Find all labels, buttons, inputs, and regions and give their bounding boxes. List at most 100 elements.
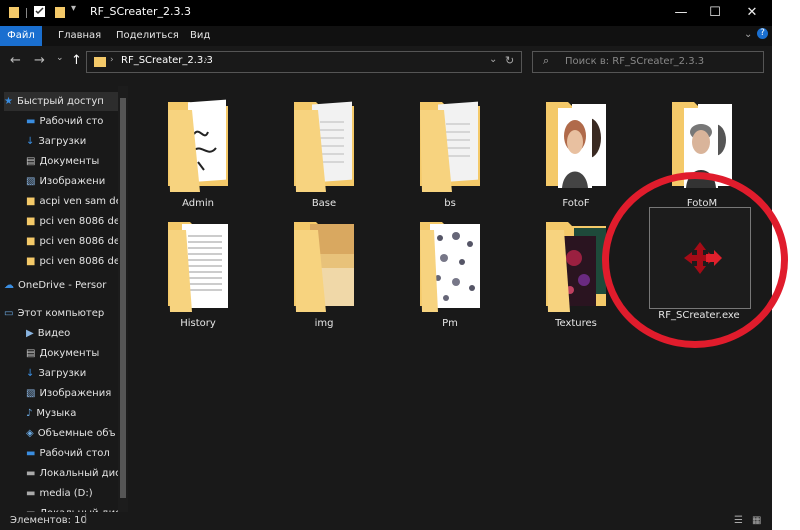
file-name: Admin (182, 198, 214, 209)
folder-icon: ■ (26, 216, 36, 227)
highlight-ring (602, 172, 788, 348)
search-input[interactable]: ⌕ Поиск в: RF_SCreater_2.3.3 (532, 51, 764, 73)
folder-icon (94, 57, 106, 67)
folder-item[interactable]: bs (402, 98, 498, 214)
sidebar-item[interactable]: ☁ OneDrive - Persor (4, 276, 119, 295)
sidebar-item-label: pci ven 8086 dev (39, 216, 126, 227)
sidebar-item-label: Изображени (39, 176, 106, 187)
tab-share[interactable]: Поделиться (116, 26, 179, 46)
sidebar-item-label: Документы (39, 348, 100, 359)
folder-icon (420, 101, 480, 192)
sidebar-item-label: Загрузки (38, 368, 87, 379)
sidebar-item-label: media (D:) (39, 488, 93, 499)
sidebar-item-label: OneDrive - Persor (18, 280, 107, 291)
chevron-right-icon[interactable]: › (204, 55, 208, 65)
checkbox-icon[interactable] (33, 5, 46, 19)
picture-icon: ▧ (26, 176, 36, 187)
sidebar-item[interactable]: ▭ Этот компьютер (4, 304, 119, 323)
sidebar-item-label: Документы (39, 156, 100, 167)
file-name: FotoF (562, 198, 590, 209)
ribbon: Файл Главная Поделиться Вид ⌄ ? (0, 26, 772, 46)
folder-icon: ■ (26, 256, 36, 267)
folder-icon: ■ (26, 236, 36, 247)
sidebar-item[interactable]: ★ Быстрый доступ (4, 92, 119, 111)
minimize-button[interactable]: — (664, 0, 698, 26)
sidebar-item-label: Рабочий сто (39, 116, 104, 127)
folder-icon (294, 222, 354, 312)
search-icon: ⌕ (543, 54, 550, 67)
breadcrumb[interactable]: RF_SCreater_2.3.3 (121, 55, 213, 66)
quick-access-dropdown-icon[interactable]: ▾ (71, 3, 76, 14)
ribbon-expand-icon[interactable]: ⌄ (744, 29, 752, 40)
chevron-right-icon: › (110, 55, 114, 65)
cube-icon: ◈ (26, 428, 34, 439)
navigation-pane: ★ Быстрый доступ ▬ Рабочий сто ↓ Загрузки ▤ Док… (0, 86, 128, 519)
address-bar[interactable]: › RF_SCreater_2.3.3 › ⌄ ↻ (86, 51, 522, 73)
sidebar-item-label: acpi ven sam de (39, 196, 122, 207)
scrollbar-thumb[interactable] (120, 98, 126, 498)
folder-icon (168, 222, 228, 312)
tab-view[interactable]: Вид (190, 26, 210, 46)
folder-icon: ■ (26, 196, 36, 207)
address-row: ← → ⌄ ↑ › RF_SCreater_2.3.3 › ⌄ ↻ ⌕ Поис… (0, 46, 772, 76)
sidebar-item-label: pci ven 8086 dev (39, 256, 126, 267)
back-icon[interactable]: ← (10, 53, 21, 68)
sidebar-item-label: Рабочий стол (39, 448, 110, 459)
drive-icon: ▬ (26, 488, 36, 499)
new-folder-icon[interactable] (54, 5, 66, 19)
music-icon: ♪ (26, 408, 33, 419)
close-button[interactable]: ✕ (735, 0, 769, 26)
sidebar-item-label: Видео (37, 328, 71, 339)
document-icon: ▤ (26, 348, 36, 359)
sidebar-item-label: Этот компьютер (17, 308, 105, 319)
folder-item[interactable]: Admin (150, 98, 246, 214)
video-icon: ▶ (26, 328, 34, 339)
sidebar-item-label: Объемные объ (37, 428, 116, 439)
maximize-button[interactable]: ☐ (698, 0, 732, 26)
refresh-icon[interactable]: ↻ (505, 54, 514, 67)
folder-icon (420, 222, 480, 312)
folder-icon (9, 7, 19, 18)
portrait-folder-icon (546, 102, 606, 188)
desktop-icon: ▬ (26, 116, 36, 127)
sidebar-item-label: Загрузки (38, 136, 87, 147)
file-name: img (314, 318, 334, 329)
recent-dropdown-icon[interactable]: ⌄ (56, 53, 64, 63)
window-title: RF_SCreater_2.3.3 (90, 5, 192, 18)
file-name: bs (444, 198, 456, 209)
cloud-icon: ☁ (4, 280, 14, 291)
star-icon: ★ (4, 96, 13, 107)
sidebar-item-label: Быстрый доступ (16, 96, 104, 107)
folder-item[interactable]: Pm (402, 218, 498, 334)
folder-item[interactable]: Base (276, 98, 372, 214)
divider-icon (26, 8, 27, 18)
sidebar-item-label: Изображения (39, 388, 112, 399)
tab-home[interactable]: Главная (58, 26, 101, 46)
details-view-icon[interactable]: ☰ (734, 515, 743, 526)
folder-icon (168, 99, 228, 192)
sidebar-item-label: Локальный дис (39, 468, 121, 479)
folder-icon (546, 222, 606, 312)
forward-icon[interactable]: → (34, 53, 45, 68)
file-name: History (180, 318, 216, 329)
sidebar-item-label: Музыка (36, 408, 77, 419)
item-count: Элементов: 10 (10, 515, 87, 526)
status-bar: Элементов: 10 | ☰ ▦ (0, 512, 772, 530)
nav-scrollbar[interactable] (118, 86, 128, 512)
download-icon: ↓ (26, 136, 35, 147)
folder-icon (294, 101, 354, 192)
up-icon[interactable]: ↑ (71, 53, 82, 68)
folder-item[interactable]: FotoF (528, 98, 624, 214)
folder-item[interactable]: img (276, 218, 372, 334)
help-icon[interactable]: ? (757, 28, 768, 39)
sidebar-item-label: pci ven 8086 dev (39, 236, 126, 247)
folder-item[interactable]: History (150, 218, 246, 334)
desktop-icon: ▬ (26, 448, 36, 459)
tab-file[interactable]: Файл (0, 26, 42, 46)
computer-icon: ▭ (4, 308, 14, 319)
title-bar: ▾ RF_SCreater_2.3.3 — ☐ ✕ (0, 0, 772, 26)
drive-icon: ▬ (26, 468, 36, 479)
large-icons-view-icon[interactable]: ▦ (752, 515, 761, 526)
status-divider: | (84, 513, 88, 524)
address-dropdown-icon[interactable]: ⌄ (489, 54, 497, 65)
